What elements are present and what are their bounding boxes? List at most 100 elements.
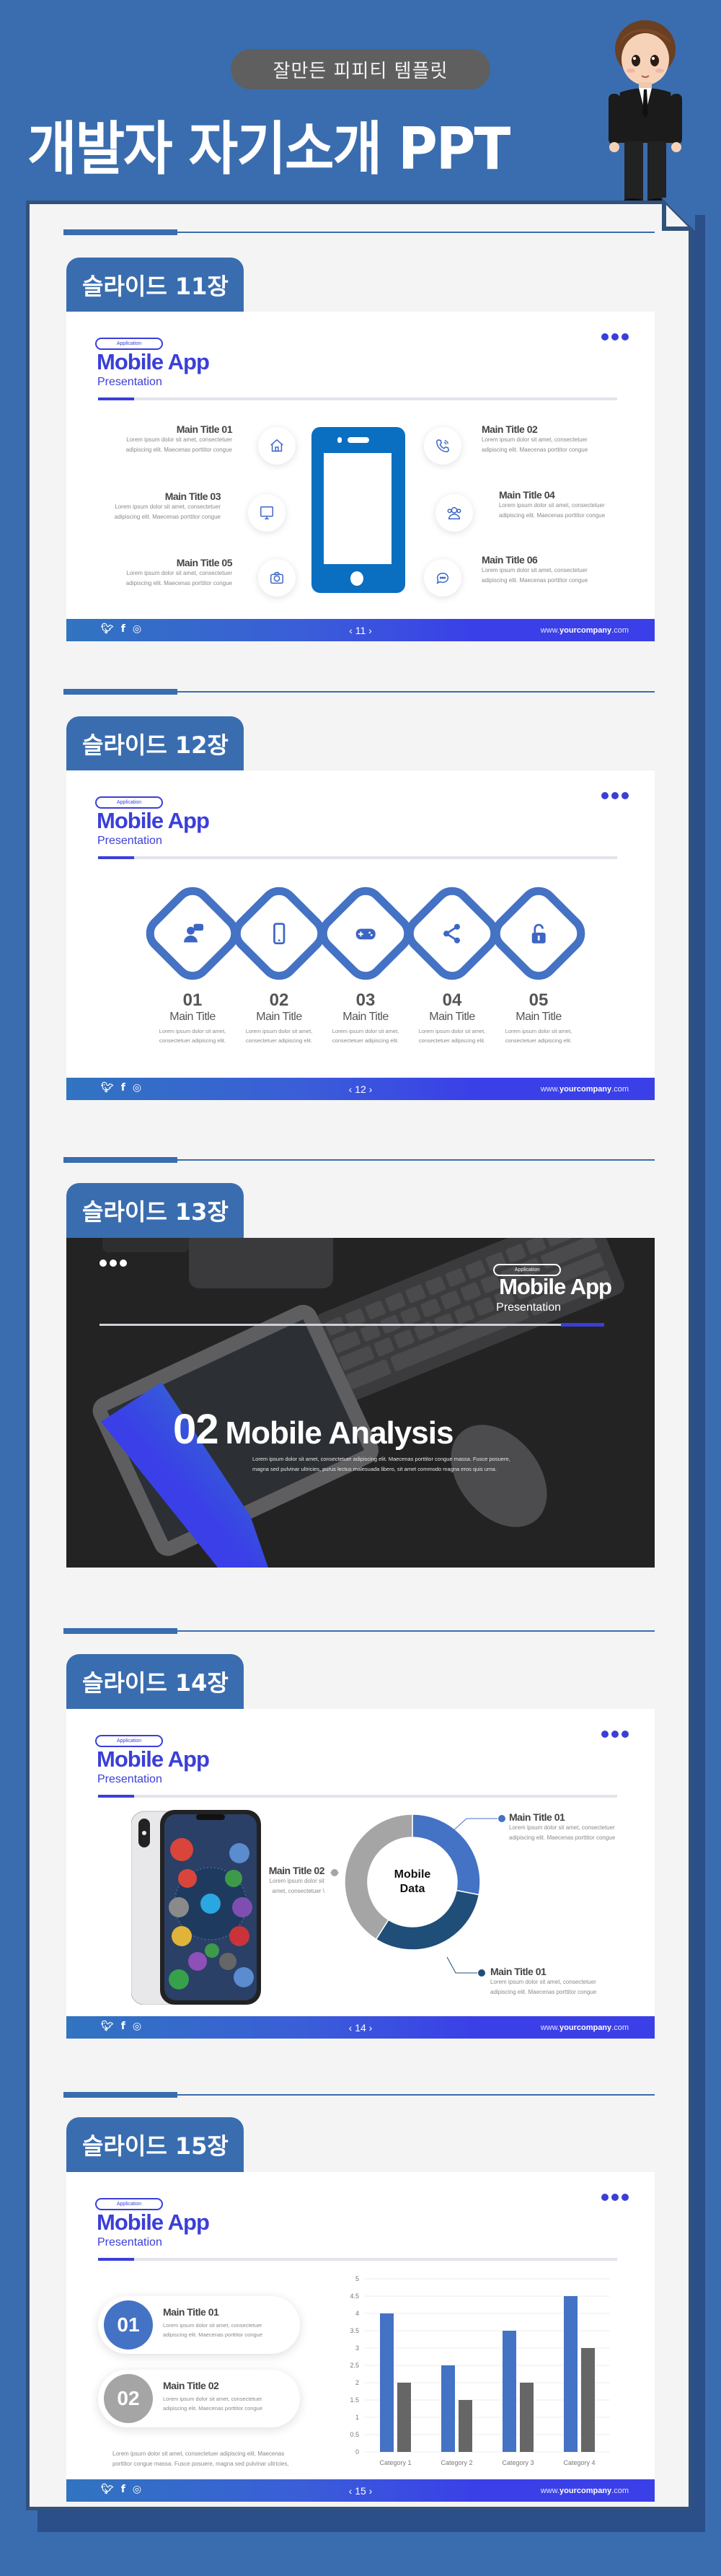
more-dots-icon[interactable]: [601, 2194, 629, 2201]
y-tick-label: 2: [355, 2379, 359, 2386]
bar-1-2: [441, 2365, 455, 2452]
bar-1-1: [380, 2313, 394, 2452]
section-divider: [63, 1157, 655, 1163]
slide-title: Mobile App: [97, 349, 210, 374]
gamepad-icon: [355, 928, 376, 940]
step-title: Main Title: [169, 1011, 216, 1023]
numbered-item-01: 01 Main Title 01 Lorem ipsum dolor sit a…: [98, 2296, 300, 2354]
step-title: Main Title: [256, 1011, 302, 1023]
chat-bubble-icon: [424, 559, 461, 597]
step-label: 04 Main Title Lorem ipsum dolor sit amet, c…: [409, 990, 495, 1045]
slide-title: Mobile App: [499, 1274, 612, 1299]
step-desc-2: consectetuer adipiscing elit.: [418, 1037, 486, 1044]
step-label: 01 Main Title Lorem ipsum dolor sit amet, c…: [149, 990, 236, 1045]
slide-13: Application Mobile App Presentation 02 Mo…: [66, 1238, 655, 1568]
slide-footer: 🐦︎ f ◎ ‹ 14 › www.yourcompany.com: [66, 2016, 655, 2039]
phone-call-icon: [424, 427, 461, 465]
home-icon: [258, 427, 296, 465]
more-dots-icon[interactable]: [601, 333, 629, 340]
step-desc-2: consectetuer adipiscing elit.: [505, 1037, 572, 1044]
bar-2-2: [459, 2400, 472, 2452]
step-label: 03 Main Title Lorem ipsum dolor sit amet, c…: [322, 990, 409, 1045]
step-label: 02 Main Title Lorem ipsum dolor sit amet, c…: [236, 990, 322, 1045]
slide-subtitle: Presentation: [97, 376, 162, 388]
smartphone-illustration: [311, 427, 405, 593]
slide-tab-15[interactable]: 슬라이드 15장: [66, 2117, 244, 2172]
y-tick-label: 1: [355, 2414, 359, 2421]
slide-tab-14[interactable]: 슬라이드 14장: [66, 1654, 244, 1709]
x-category-label: Category 2: [441, 2459, 472, 2466]
section-divider: [63, 2092, 655, 2098]
step-desc-1: Lorem ipsum dolor sit amet,: [332, 1028, 399, 1034]
bar-1-3: [503, 2331, 516, 2452]
slide-subtitle: Presentation: [97, 2236, 162, 2248]
page-number[interactable]: ‹ 14 ›: [349, 2022, 373, 2034]
slide-footer: 🐦︎ f ◎ ‹ 15 › www.yourcompany.com: [66, 2479, 655, 2502]
section-divider: [63, 1628, 655, 1634]
instagram-icon[interactable]: ◎: [133, 2484, 141, 2495]
more-dots-icon[interactable]: [601, 792, 629, 799]
twitter-icon[interactable]: 🐦︎: [101, 1082, 114, 1094]
bar-2-3: [520, 2383, 534, 2452]
twitter-icon[interactable]: 🐦︎: [101, 2484, 114, 2495]
section-heading: 02 Mobile Analysis: [173, 1405, 454, 1454]
company-url[interactable]: www.yourcompany.com: [541, 2023, 629, 2032]
page-number[interactable]: ‹ 11 ›: [349, 625, 372, 636]
slide-11: Application Mobile App Presentation Main…: [66, 312, 655, 641]
instagram-icon[interactable]: ◎: [133, 2021, 141, 2032]
callout-main-title-01: Main Title 01 Lorem ipsum dolor sit amet…: [509, 1811, 616, 1841]
page-number[interactable]: ‹ 15 ›: [349, 2485, 373, 2497]
slide-tab-12[interactable]: 슬라이드 12장: [66, 716, 244, 771]
step-number: 05: [528, 990, 549, 1010]
y-tick-label: 4.5: [350, 2293, 359, 2300]
facebook-icon[interactable]: f: [121, 623, 125, 635]
company-url[interactable]: www.yourcompany.com: [541, 626, 629, 635]
callout-main-title-01b: Main Title 01 Lorem ipsum dolor sit amet…: [490, 1966, 597, 1995]
step-title: Main Title: [516, 1011, 562, 1023]
y-tick-label: 0.5: [350, 2431, 359, 2438]
section-divider: [63, 689, 655, 695]
application-badge: Application: [95, 2198, 163, 2210]
instagram-icon[interactable]: ◎: [133, 623, 141, 635]
callout-dot-navy: [478, 1969, 485, 1977]
slide-12: Application Mobile App Presentation 01 Ma…: [66, 770, 655, 1100]
page-number[interactable]: ‹ 12 ›: [349, 1083, 373, 1095]
category-bar-chart: 0 0.5 1 1.5 2 2.5 3 3.5 4 4.5 5 Category 1 Category …: [350, 2275, 610, 2466]
title-underline: [98, 2258, 617, 2261]
step-desc-1: Lorem ipsum dolor sit amet,: [418, 1028, 486, 1034]
callout-main-title-02: Main Title 02 Lorem ipsum dolor sit amet…: [268, 1865, 325, 1894]
slide-subtitle: Presentation: [496, 1301, 561, 1314]
x-category-label: Category 1: [379, 2459, 411, 2466]
y-tick-label: 1.5: [350, 2396, 359, 2404]
slide-footer: 🐦︎ f ◎ ‹ 12 › www.yourcompany.com: [66, 1078, 655, 1100]
users-icon: [435, 494, 473, 532]
feature-item: Main Title 01 Lorem ipsum dolor sit amet…: [125, 423, 233, 453]
more-dots-icon[interactable]: [99, 1260, 127, 1267]
facebook-icon[interactable]: f: [121, 2484, 125, 2495]
company-url[interactable]: www.yourcompany.com: [541, 2487, 629, 2495]
item-number-badge: 01: [104, 2300, 153, 2349]
y-tick-label: 3: [355, 2344, 359, 2352]
application-badge: Application: [95, 338, 163, 350]
facebook-icon[interactable]: f: [121, 2021, 125, 2032]
item-number-badge: 02: [104, 2374, 153, 2423]
twitter-icon[interactable]: 🐦︎: [101, 2021, 114, 2032]
folded-corner-icon: [662, 198, 695, 231]
subtitle-pill: 잘만든 피피티 템플릿: [231, 49, 490, 89]
y-tick-label: 2.5: [350, 2362, 359, 2369]
facebook-icon[interactable]: f: [121, 1082, 125, 1094]
instagram-icon[interactable]: ◎: [133, 1082, 141, 1094]
section-divider: [63, 229, 655, 235]
slide-tab-11[interactable]: 슬라이드 11장: [66, 258, 244, 312]
step-desc-2: consectetuer adipiscing elit.: [159, 1037, 226, 1044]
twitter-icon[interactable]: 🐦︎: [101, 623, 114, 635]
feature-item: Main Title 05 Lorem ipsum dolor sit amet…: [125, 557, 233, 586]
slide-title: Mobile App: [97, 2210, 210, 2235]
company-url[interactable]: www.yourcompany.com: [541, 1085, 629, 1094]
step-title: Main Title: [342, 1011, 389, 1023]
step-number: 01: [182, 990, 203, 1010]
slide-tab-13[interactable]: 슬라이드 13장: [66, 1183, 244, 1238]
step-number: 03: [355, 990, 376, 1010]
numbered-item-02: 02 Main Title 02 Lorem ipsum dolor sit a…: [98, 2370, 300, 2427]
step-number: 02: [269, 990, 289, 1010]
